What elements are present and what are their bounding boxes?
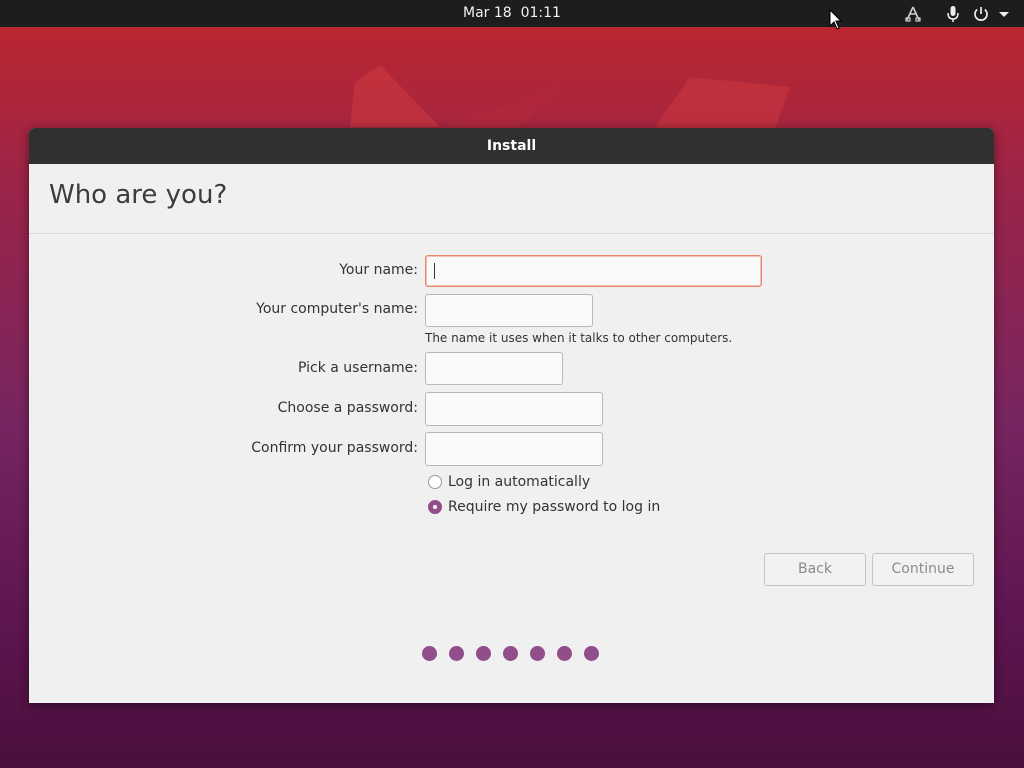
continue-button[interactable]: Continue: [872, 553, 974, 586]
computer-name-label: Your computer's name:: [256, 301, 418, 317]
require-password-radio[interactable]: [428, 500, 442, 514]
progress-dots: [422, 646, 611, 661]
confirm-password-input[interactable]: [425, 432, 603, 466]
progress-dot: [557, 646, 572, 661]
progress-dot: [584, 646, 599, 661]
login-automatically-radio[interactable]: [428, 475, 442, 489]
password-input[interactable]: [425, 392, 603, 426]
header-divider: [29, 233, 994, 234]
computer-name-hint: The name it uses when it talks to other …: [425, 331, 733, 345]
top-bar: Mar 18 01:11: [0, 0, 1024, 27]
login-automatically-label: Log in automatically: [448, 474, 591, 490]
window-title: Install: [29, 128, 994, 164]
progress-dot: [476, 646, 491, 661]
mouse-cursor-icon: [829, 9, 843, 30]
progress-dot: [422, 646, 437, 661]
your-name-input[interactable]: [425, 255, 762, 287]
computer-name-input[interactable]: [425, 294, 593, 327]
text-caret: [434, 263, 435, 279]
progress-dot: [530, 646, 545, 661]
chevron-down-icon[interactable]: [994, 4, 1014, 24]
back-button[interactable]: Back: [764, 553, 866, 586]
confirm-password-label: Confirm your password:: [251, 440, 418, 456]
network-icon[interactable]: [903, 4, 923, 24]
require-password-option[interactable]: Require my password to log in: [428, 497, 660, 517]
username-label: Pick a username:: [297, 360, 418, 376]
password-label: Choose a password:: [277, 400, 418, 416]
clock-date: Mar 18: [463, 5, 512, 21]
your-name-label: Your name:: [339, 262, 418, 278]
username-input[interactable]: [425, 352, 563, 385]
progress-dot: [503, 646, 518, 661]
clock[interactable]: Mar 18 01:11: [0, 0, 1024, 27]
power-icon[interactable]: [971, 4, 991, 24]
require-password-label: Require my password to log in: [448, 499, 661, 515]
login-automatically-option[interactable]: Log in automatically: [428, 472, 590, 492]
microphone-icon[interactable]: [943, 4, 963, 24]
installer-window: Install Who are you? Your name: Your com…: [29, 128, 994, 703]
clock-time: 01:11: [520, 5, 561, 21]
progress-dot: [449, 646, 464, 661]
page-title: Who are you?: [49, 180, 228, 210]
